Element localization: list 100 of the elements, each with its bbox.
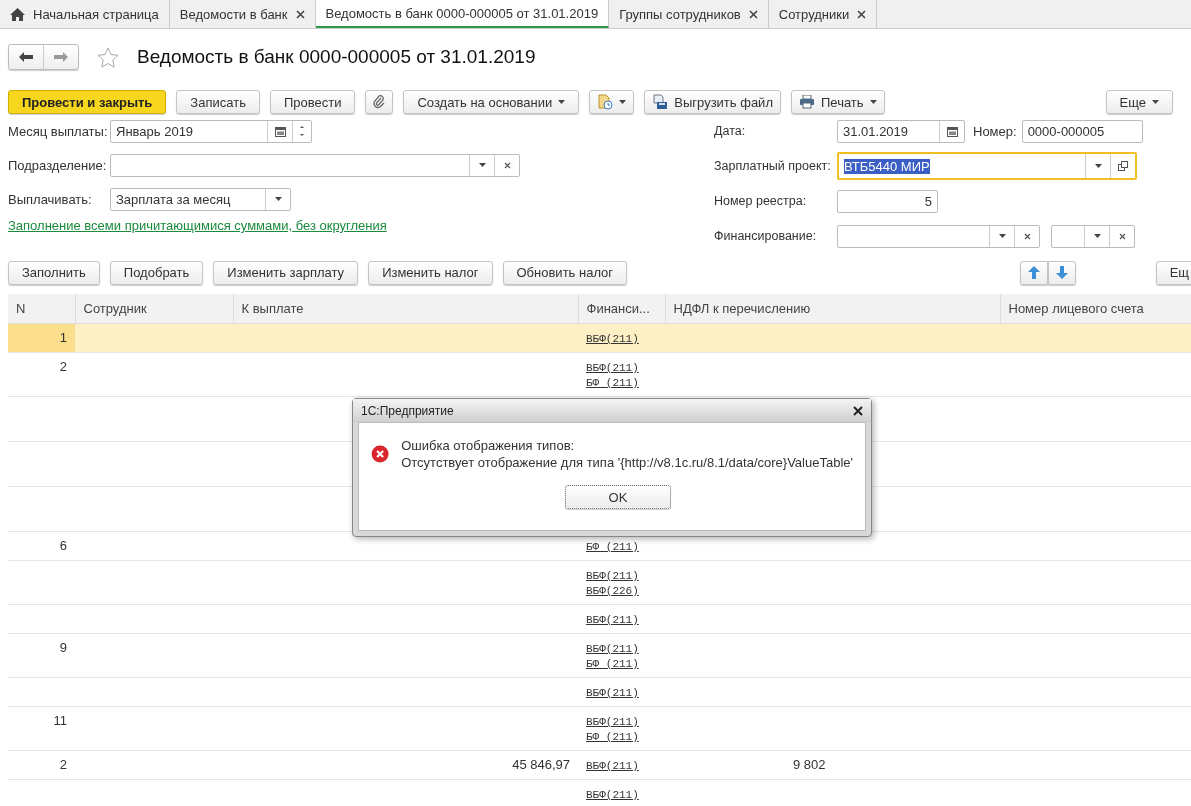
funding-link[interactable]: ВБФ(211) bbox=[586, 788, 657, 803]
dropdown-icon bbox=[998, 234, 1006, 238]
column-header[interactable]: К выплате bbox=[233, 294, 578, 324]
funding-link[interactable]: БФ (211) bbox=[586, 540, 657, 555]
menu-button[interactable]: Создать на основании bbox=[403, 90, 580, 114]
dropdown-icon bbox=[478, 163, 486, 167]
funding-link[interactable]: ВБФ(211) bbox=[586, 569, 657, 584]
dropdown-icon bbox=[1093, 234, 1101, 238]
open-icon bbox=[1118, 161, 1128, 171]
tab[interactable]: Группы сотрудников bbox=[609, 0, 769, 28]
dropdown-icon bbox=[274, 197, 282, 201]
tax-cell: 9 802 bbox=[793, 757, 826, 772]
amount-cell: 45 846,97 bbox=[512, 757, 570, 772]
calendar-icon bbox=[946, 125, 958, 137]
salary-project-field[interactable]: ВТБ5440 МИР bbox=[837, 152, 1137, 180]
tab[interactable]: Начальная страница bbox=[0, 0, 170, 28]
table-row[interactable]: ВБФ(211) bbox=[8, 779, 1191, 806]
field-label: Месяц выплаты: bbox=[8, 123, 109, 139]
close-icon[interactable] bbox=[853, 405, 863, 416]
number-field[interactable]: 0000-000005 bbox=[1021, 119, 1143, 143]
column-header[interactable]: N bbox=[8, 294, 75, 324]
funding-link[interactable]: БФ (211) bbox=[586, 376, 657, 391]
funding-field[interactable] bbox=[1051, 224, 1135, 248]
field-label: Финансирование: bbox=[714, 229, 818, 243]
row-number: 2 bbox=[59, 359, 67, 374]
field-label: Дата: bbox=[714, 124, 747, 138]
attach-button[interactable] bbox=[365, 90, 394, 114]
table-button[interactable]: Изменить зарплату bbox=[213, 260, 359, 285]
tab[interactable]: Сотрудники bbox=[768, 0, 878, 28]
funding-link[interactable]: БФ (211) bbox=[586, 730, 657, 745]
table-button[interactable]: Заполнить bbox=[8, 260, 100, 285]
error-message: Отсутствует отображение для типа '{http://v8.1c.ru/8.1/data/core}ValueTable' bbox=[401, 454, 853, 471]
caret-icon bbox=[1152, 100, 1159, 104]
input-field[interactable]: Январь 2019 bbox=[110, 119, 312, 143]
funding-link[interactable]: БФ (211) bbox=[586, 657, 657, 672]
table-row[interactable]: 1 ВБФ(211) bbox=[8, 323, 1191, 353]
toolbar-button[interactable]: Провести bbox=[269, 90, 356, 114]
funding-link[interactable]: ВБФ(211) bbox=[586, 613, 657, 628]
close-icon[interactable] bbox=[857, 9, 867, 19]
table-row[interactable]: 9 ВБФ(211) БФ (211) bbox=[8, 633, 1191, 678]
more-button[interactable]: Еще bbox=[1105, 90, 1173, 114]
table-button[interactable]: Подобрать bbox=[109, 260, 204, 285]
back-arrow-icon bbox=[19, 52, 33, 62]
table-row[interactable]: 2 ВБФ(211) БФ (211) bbox=[8, 352, 1191, 397]
caret-icon bbox=[558, 100, 566, 104]
up-arrow-icon bbox=[1027, 266, 1040, 279]
document-title: Ведомость в банк 0000-000005 от 31.01.2019 bbox=[137, 46, 536, 68]
clear-icon bbox=[1023, 232, 1031, 240]
funding-field[interactable] bbox=[837, 224, 1040, 248]
dropdown-icon bbox=[1094, 164, 1102, 168]
home-icon bbox=[10, 7, 25, 21]
move-down-button[interactable] bbox=[1047, 260, 1076, 285]
print-button[interactable]: Печать bbox=[791, 90, 885, 114]
input-field[interactable]: Зарплата за месяц bbox=[110, 187, 291, 211]
export-icon bbox=[652, 94, 669, 110]
column-header[interactable]: Финанси... bbox=[578, 294, 665, 324]
column-header[interactable]: Номер лицевого счета bbox=[1000, 294, 1191, 324]
table-row[interactable]: 2 45 846,97 ВБФ(211) 9 802 bbox=[8, 750, 1191, 780]
ok-button[interactable]: OK bbox=[565, 485, 671, 509]
column-header[interactable]: НДФЛ к перечислению bbox=[665, 294, 1000, 324]
spin-icon bbox=[299, 124, 305, 138]
field-label: Номер: bbox=[973, 123, 1017, 139]
move-up-button[interactable] bbox=[1019, 260, 1048, 285]
date-field[interactable]: 31.01.2019 bbox=[837, 119, 965, 143]
registry-field[interactable]: 5 bbox=[837, 189, 938, 213]
close-icon[interactable] bbox=[295, 9, 305, 19]
tab[interactable]: Ведомости в банк bbox=[169, 0, 316, 28]
table-row[interactable]: 11 ВБФ(211) БФ (211) bbox=[8, 706, 1191, 751]
funding-link[interactable]: ВБФ(211) bbox=[586, 759, 657, 774]
row-number: 6 bbox=[59, 538, 67, 553]
clear-icon bbox=[503, 161, 511, 169]
close-icon[interactable] bbox=[748, 9, 758, 19]
table-button[interactable]: Обновить налог bbox=[502, 260, 628, 285]
funding-link[interactable]: ВБФ(211) bbox=[586, 361, 657, 376]
funding-link[interactable]: ВБФ(211) bbox=[586, 715, 657, 730]
input-field[interactable] bbox=[110, 153, 520, 177]
printer-icon bbox=[799, 95, 815, 109]
toolbar-button[interactable]: Записать bbox=[176, 90, 260, 114]
star-icon[interactable] bbox=[97, 46, 119, 68]
column-header[interactable]: Сотрудник bbox=[75, 294, 233, 324]
table-row[interactable]: ВБФ(211) bbox=[8, 677, 1191, 707]
caret-icon bbox=[619, 100, 627, 104]
row-number: 11 bbox=[53, 713, 67, 728]
post-close-button[interactable]: Провести и закрыть bbox=[8, 90, 167, 114]
table-row[interactable]: ВБФ(211) ВБФ(226) bbox=[8, 560, 1191, 605]
funding-link[interactable]: ВБФ(211) bbox=[586, 642, 657, 657]
forward-arrow-icon bbox=[54, 52, 68, 62]
document-menu-button[interactable] bbox=[589, 90, 635, 114]
clear-icon bbox=[1118, 232, 1126, 240]
down-arrow-icon bbox=[1055, 266, 1068, 279]
funding-link[interactable]: ВБФ(226) bbox=[586, 584, 657, 599]
calendar-icon bbox=[274, 125, 286, 137]
tab[interactable]: Ведомость в банк 0000-000005 от 31.01.2019 bbox=[315, 0, 610, 28]
export-file-button[interactable]: Выгрузить файл bbox=[644, 90, 781, 114]
table-button[interactable]: Изменить налог bbox=[368, 260, 493, 285]
funding-link[interactable]: ВБФ(211) bbox=[586, 686, 657, 701]
more-button[interactable]: Ещ bbox=[1155, 260, 1191, 285]
fill-link[interactable]: Заполнение всеми причитающимися суммами, без округления bbox=[8, 218, 714, 233]
table-row[interactable]: ВБФ(211) bbox=[8, 604, 1191, 634]
field-label: Номер реестра: bbox=[714, 194, 808, 208]
